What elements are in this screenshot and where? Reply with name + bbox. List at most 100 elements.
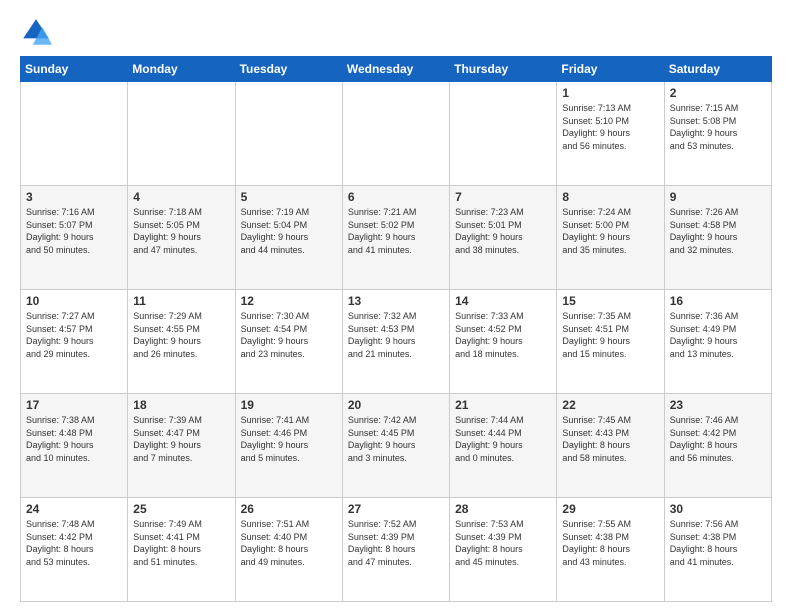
- day-info: Sunrise: 7:51 AM Sunset: 4:40 PM Dayligh…: [241, 518, 337, 568]
- day-number: 26: [241, 502, 337, 516]
- day-number: 9: [670, 190, 766, 204]
- calendar-cell: 19 Sunrise: 7:41 AM Sunset: 4:46 PM Dayli…: [235, 394, 342, 498]
- calendar-week-row: 3 Sunrise: 7:16 AM Sunset: 5:07 PM Daylig…: [21, 186, 772, 290]
- day-info: Sunrise: 7:15 AM Sunset: 5:08 PM Dayligh…: [670, 102, 766, 152]
- calendar-cell: 26 Sunrise: 7:51 AM Sunset: 4:40 PM Dayli…: [235, 498, 342, 602]
- calendar-header-row: SundayMondayTuesdayWednesdayThursdayFrid…: [21, 57, 772, 82]
- calendar-weekday: Friday: [557, 57, 664, 82]
- day-number: 22: [562, 398, 658, 412]
- calendar-cell: 8 Sunrise: 7:24 AM Sunset: 5:00 PM Daylig…: [557, 186, 664, 290]
- day-number: 5: [241, 190, 337, 204]
- calendar-week-row: 17 Sunrise: 7:38 AM Sunset: 4:48 PM Dayli…: [21, 394, 772, 498]
- calendar-cell: 17 Sunrise: 7:38 AM Sunset: 4:48 PM Dayli…: [21, 394, 128, 498]
- day-number: 19: [241, 398, 337, 412]
- calendar-cell: 10 Sunrise: 7:27 AM Sunset: 4:57 PM Dayli…: [21, 290, 128, 394]
- calendar-weekday: Sunday: [21, 57, 128, 82]
- day-number: 25: [133, 502, 229, 516]
- logo: [20, 16, 56, 48]
- calendar-weekday: Saturday: [664, 57, 771, 82]
- calendar-weekday: Thursday: [450, 57, 557, 82]
- calendar-cell: 22Sunrise: 7:45 AM Sunset: 4:43 PM Dayli…: [557, 394, 664, 498]
- day-number: 13: [348, 294, 444, 308]
- day-number: 27: [348, 502, 444, 516]
- calendar-weekday: Monday: [128, 57, 235, 82]
- day-number: 30: [670, 502, 766, 516]
- calendar-cell: 3 Sunrise: 7:16 AM Sunset: 5:07 PM Daylig…: [21, 186, 128, 290]
- day-number: 23: [670, 398, 766, 412]
- calendar-table: SundayMondayTuesdayWednesdayThursdayFrid…: [20, 56, 772, 602]
- day-number: 17: [26, 398, 122, 412]
- day-info: Sunrise: 7:52 AM Sunset: 4:39 PM Dayligh…: [348, 518, 444, 568]
- calendar-cell: [21, 82, 128, 186]
- calendar-cell: 1 Sunrise: 7:13 AM Sunset: 5:10 PM Daylig…: [557, 82, 664, 186]
- calendar-cell: 18 Sunrise: 7:39 AM Sunset: 4:47 PM Dayli…: [128, 394, 235, 498]
- header: [20, 16, 772, 48]
- calendar-cell: 6Sunrise: 7:21 AM Sunset: 5:02 PM Daylig…: [342, 186, 449, 290]
- calendar-cell: 29 Sunrise: 7:55 AM Sunset: 4:38 PM Dayli…: [557, 498, 664, 602]
- day-number: 12: [241, 294, 337, 308]
- day-info: Sunrise: 7:18 AM Sunset: 5:05 PM Dayligh…: [133, 206, 229, 256]
- day-info: Sunrise: 7:46 AM Sunset: 4:42 PM Dayligh…: [670, 414, 766, 464]
- day-info: Sunrise: 7:38 AM Sunset: 4:48 PM Dayligh…: [26, 414, 122, 464]
- calendar-cell: 28 Sunrise: 7:53 AM Sunset: 4:39 PM Dayli…: [450, 498, 557, 602]
- day-number: 11: [133, 294, 229, 308]
- day-info: Sunrise: 7:13 AM Sunset: 5:10 PM Dayligh…: [562, 102, 658, 152]
- calendar-cell: 9 Sunrise: 7:26 AM Sunset: 4:58 PM Daylig…: [664, 186, 771, 290]
- calendar-cell: 30Sunrise: 7:56 AM Sunset: 4:38 PM Dayli…: [664, 498, 771, 602]
- day-info: Sunrise: 7:21 AM Sunset: 5:02 PM Dayligh…: [348, 206, 444, 256]
- day-number: 8: [562, 190, 658, 204]
- day-number: 21: [455, 398, 551, 412]
- calendar-cell: 2 Sunrise: 7:15 AM Sunset: 5:08 PM Daylig…: [664, 82, 771, 186]
- day-number: 18: [133, 398, 229, 412]
- calendar-cell: [235, 82, 342, 186]
- day-number: 15: [562, 294, 658, 308]
- day-info: Sunrise: 7:32 AM Sunset: 4:53 PM Dayligh…: [348, 310, 444, 360]
- calendar-week-row: 10 Sunrise: 7:27 AM Sunset: 4:57 PM Dayli…: [21, 290, 772, 394]
- day-info: Sunrise: 7:30 AM Sunset: 4:54 PM Dayligh…: [241, 310, 337, 360]
- day-number: 24: [26, 502, 122, 516]
- day-info: Sunrise: 7:48 AM Sunset: 4:42 PM Dayligh…: [26, 518, 122, 568]
- day-number: 20: [348, 398, 444, 412]
- day-number: 7: [455, 190, 551, 204]
- day-info: Sunrise: 7:33 AM Sunset: 4:52 PM Dayligh…: [455, 310, 551, 360]
- calendar-cell: 23 Sunrise: 7:46 AM Sunset: 4:42 PM Dayli…: [664, 394, 771, 498]
- day-number: 2: [670, 86, 766, 100]
- page: SundayMondayTuesdayWednesdayThursdayFrid…: [0, 0, 792, 612]
- day-info: Sunrise: 7:16 AM Sunset: 5:07 PM Dayligh…: [26, 206, 122, 256]
- calendar-weekday: Tuesday: [235, 57, 342, 82]
- logo-icon: [20, 16, 52, 48]
- day-number: 29: [562, 502, 658, 516]
- day-info: Sunrise: 7:27 AM Sunset: 4:57 PM Dayligh…: [26, 310, 122, 360]
- day-info: Sunrise: 7:53 AM Sunset: 4:39 PM Dayligh…: [455, 518, 551, 568]
- calendar-cell: 16Sunrise: 7:36 AM Sunset: 4:49 PM Dayli…: [664, 290, 771, 394]
- calendar-cell: [128, 82, 235, 186]
- day-info: Sunrise: 7:29 AM Sunset: 4:55 PM Dayligh…: [133, 310, 229, 360]
- calendar-cell: 14 Sunrise: 7:33 AM Sunset: 4:52 PM Dayli…: [450, 290, 557, 394]
- calendar-cell: 21Sunrise: 7:44 AM Sunset: 4:44 PM Dayli…: [450, 394, 557, 498]
- day-info: Sunrise: 7:42 AM Sunset: 4:45 PM Dayligh…: [348, 414, 444, 464]
- calendar-cell: [342, 82, 449, 186]
- calendar-cell: 13 Sunrise: 7:32 AM Sunset: 4:53 PM Dayli…: [342, 290, 449, 394]
- day-info: Sunrise: 7:55 AM Sunset: 4:38 PM Dayligh…: [562, 518, 658, 568]
- day-number: 14: [455, 294, 551, 308]
- calendar-cell: 20 Sunrise: 7:42 AM Sunset: 4:45 PM Dayli…: [342, 394, 449, 498]
- calendar-cell: 12 Sunrise: 7:30 AM Sunset: 4:54 PM Dayli…: [235, 290, 342, 394]
- day-number: 1: [562, 86, 658, 100]
- calendar-week-row: 24 Sunrise: 7:48 AM Sunset: 4:42 PM Dayli…: [21, 498, 772, 602]
- day-info: Sunrise: 7:23 AM Sunset: 5:01 PM Dayligh…: [455, 206, 551, 256]
- day-number: 28: [455, 502, 551, 516]
- calendar-cell: 5 Sunrise: 7:19 AM Sunset: 5:04 PM Daylig…: [235, 186, 342, 290]
- day-info: Sunrise: 7:41 AM Sunset: 4:46 PM Dayligh…: [241, 414, 337, 464]
- day-number: 3: [26, 190, 122, 204]
- day-info: Sunrise: 7:26 AM Sunset: 4:58 PM Dayligh…: [670, 206, 766, 256]
- calendar-cell: 11 Sunrise: 7:29 AM Sunset: 4:55 PM Dayli…: [128, 290, 235, 394]
- day-info: Sunrise: 7:39 AM Sunset: 4:47 PM Dayligh…: [133, 414, 229, 464]
- calendar-cell: 25Sunrise: 7:49 AM Sunset: 4:41 PM Dayli…: [128, 498, 235, 602]
- calendar-cell: 4Sunrise: 7:18 AM Sunset: 5:05 PM Daylig…: [128, 186, 235, 290]
- calendar-cell: 27 Sunrise: 7:52 AM Sunset: 4:39 PM Dayli…: [342, 498, 449, 602]
- day-info: Sunrise: 7:19 AM Sunset: 5:04 PM Dayligh…: [241, 206, 337, 256]
- day-info: Sunrise: 7:35 AM Sunset: 4:51 PM Dayligh…: [562, 310, 658, 360]
- calendar-cell: 7 Sunrise: 7:23 AM Sunset: 5:01 PM Daylig…: [450, 186, 557, 290]
- day-info: Sunrise: 7:24 AM Sunset: 5:00 PM Dayligh…: [562, 206, 658, 256]
- day-number: 10: [26, 294, 122, 308]
